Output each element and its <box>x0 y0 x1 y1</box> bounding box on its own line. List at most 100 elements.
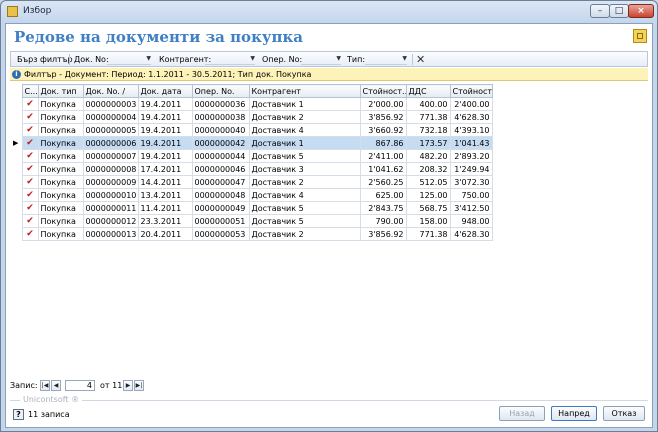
chevron-down-icon: ▼ <box>250 55 255 62</box>
filter-toolbar: Бърз филтър Док. No: ▼ Контрагент: ▼ Опе… <box>10 51 648 67</box>
cell-vat: 125.00 <box>405 188 451 202</box>
cell-total: 3'072.30 <box>449 175 493 189</box>
clear-filter-icon[interactable]: ✕ <box>416 54 425 65</box>
checkmark-icon[interactable]: ✔ <box>21 149 39 163</box>
oper-no-combo[interactable]: ▼ <box>301 54 341 65</box>
cancel-button[interactable]: Отказ <box>603 406 645 421</box>
table-row[interactable]: ✔ Покупка 0000000009 14.4.2011 000000004… <box>10 175 493 189</box>
cell-doc-no: 0000000003 <box>82 97 139 111</box>
checkmark-icon[interactable]: ✔ <box>21 136 39 150</box>
back-button[interactable]: Назад <box>499 406 545 421</box>
column-header-doc-no[interactable]: Док. No. / <box>82 84 139 98</box>
cell-value: 3'660.92 <box>359 123 407 137</box>
cell-vat: 158.00 <box>405 214 451 228</box>
contractor-combo[interactable]: ▼ <box>205 54 255 65</box>
previous-record-icon[interactable]: ◀ <box>51 380 61 391</box>
cell-doc-type: Покупка <box>37 136 84 150</box>
cell-doc-date: 13.4.2011 <box>137 188 193 202</box>
layout-icon[interactable] <box>633 29 647 43</box>
table-row[interactable]: ✔ Покупка 0000000010 13.4.2011 000000004… <box>10 188 493 202</box>
help-icon[interactable]: ? <box>13 409 24 420</box>
column-header-value[interactable]: Стойност... <box>359 84 407 98</box>
doc-no-combo[interactable]: ▼ <box>107 54 151 65</box>
cell-doc-no: 0000000013 <box>82 227 139 241</box>
cell-total: 948.00 <box>449 214 493 228</box>
table-row[interactable]: ✔ Покупка 0000000003 19.4.2011 000000003… <box>10 97 493 111</box>
app-icon <box>7 6 18 17</box>
column-header-status[interactable]: С... <box>21 84 39 98</box>
cell-oper-no: 0000000036 <box>191 97 250 111</box>
cell-contractor: Доставчик 2 <box>248 227 361 241</box>
checkmark-icon[interactable]: ✔ <box>21 201 39 215</box>
type-combo[interactable]: ▼ <box>365 54 407 65</box>
column-header-doc-date[interactable]: Док. дата <box>137 84 193 98</box>
cell-contractor: Доставчик 1 <box>248 97 361 111</box>
cell-vat: 732.18 <box>405 123 451 137</box>
cell-doc-date: 19.4.2011 <box>137 149 193 163</box>
cell-doc-date: 17.4.2011 <box>137 162 193 176</box>
column-header-total[interactable]: Стойност... <box>449 84 493 98</box>
table-row[interactable]: ✔ Покупка 0000000005 19.4.2011 000000004… <box>10 123 493 137</box>
cell-doc-date: 19.4.2011 <box>137 110 193 124</box>
checkmark-icon[interactable]: ✔ <box>21 97 39 111</box>
close-button[interactable]: × <box>628 4 654 18</box>
table-row[interactable]: ✔ Покупка 0000000004 19.4.2011 000000003… <box>10 110 493 124</box>
cell-total: 4'628.30 <box>449 227 493 241</box>
next-record-icon[interactable]: ▶ <box>123 380 133 391</box>
cell-vat: 512.05 <box>405 175 451 189</box>
cell-value: 2'843.75 <box>359 201 407 215</box>
cell-contractor: Доставчик 2 <box>248 175 361 189</box>
checkmark-icon[interactable]: ✔ <box>21 110 39 124</box>
table-row[interactable]: ✔ Покупка 0000000013 20.4.2011 000000005… <box>10 227 493 241</box>
cell-vat: 568.75 <box>405 201 451 215</box>
chevron-down-icon: ▼ <box>146 55 151 62</box>
table-row[interactable]: ✔ Покупка 0000000008 17.4.2011 000000004… <box>10 162 493 176</box>
maximize-button[interactable]: □ <box>609 4 629 18</box>
cell-doc-type: Покупка <box>37 214 84 228</box>
next-button[interactable]: Напред <box>551 406 597 421</box>
table-row[interactable]: ✔ Покупка 0000000011 11.4.2011 000000004… <box>10 201 493 215</box>
cell-contractor: Доставчик 4 <box>248 123 361 137</box>
cell-value: 2'560.25 <box>359 175 407 189</box>
last-record-icon[interactable]: ▶| <box>134 380 144 391</box>
first-record-icon[interactable]: |◀ <box>40 380 50 391</box>
documents-grid: С... Док. тип Док. No. / Док. дата Опер.… <box>10 84 493 241</box>
cell-doc-no: 0000000006 <box>82 136 139 150</box>
record-label: Запис: <box>10 381 38 390</box>
filter-info-bar: i Филтър - Документ: Период: 1.1.2011 - … <box>10 68 648 81</box>
checkmark-icon[interactable]: ✔ <box>21 162 39 176</box>
title-bar: Избор – □ × <box>1 1 657 23</box>
cell-doc-type: Покупка <box>37 149 84 163</box>
row-indicator <box>10 215 22 228</box>
column-header-doc-type[interactable]: Док. тип <box>37 84 84 98</box>
checkmark-icon[interactable]: ✔ <box>21 123 39 137</box>
table-row[interactable]: ✔ Покупка 0000000007 19.4.2011 000000004… <box>10 149 493 163</box>
quick-filter-button[interactable]: Бърз филтър <box>17 54 73 65</box>
client-area: Редове на документи за покупка Бърз филт… <box>5 23 653 428</box>
minimize-button[interactable]: – <box>590 4 610 18</box>
column-header-vat[interactable]: ДДС <box>405 84 451 98</box>
checkmark-icon[interactable]: ✔ <box>21 188 39 202</box>
cell-doc-type: Покупка <box>37 175 84 189</box>
cell-contractor: Доставчик 5 <box>248 201 361 215</box>
row-indicator <box>10 150 22 163</box>
column-header-oper-no[interactable]: Опер. No. <box>191 84 250 98</box>
toolbar-separator <box>69 54 70 65</box>
record-position-input[interactable]: 4 <box>65 380 95 391</box>
column-header-contractor[interactable]: Контрагент <box>248 84 361 98</box>
oper-no-label: Опер. No: <box>262 55 303 64</box>
table-row-selected[interactable]: ▶ ✔ Покупка 0000000006 19.4.2011 0000000… <box>10 136 493 150</box>
cell-value: 3'856.92 <box>359 110 407 124</box>
table-row[interactable]: ✔ Покупка 0000000012 23.3.2011 000000005… <box>10 214 493 228</box>
checkmark-icon[interactable]: ✔ <box>21 214 39 228</box>
cell-vat: 400.00 <box>405 97 451 111</box>
cell-contractor: Доставчик 3 <box>248 162 361 176</box>
grid-header: С... Док. тип Док. No. / Док. дата Опер.… <box>10 84 493 98</box>
checkmark-icon[interactable]: ✔ <box>21 227 39 241</box>
cell-vat: 482.20 <box>405 149 451 163</box>
checkmark-icon[interactable]: ✔ <box>21 175 39 189</box>
info-icon: i <box>12 70 21 79</box>
cell-total: 4'628.30 <box>449 110 493 124</box>
doc-no-label: Док. No: <box>74 55 109 64</box>
current-row-arrow-icon: ▶ <box>10 136 22 150</box>
